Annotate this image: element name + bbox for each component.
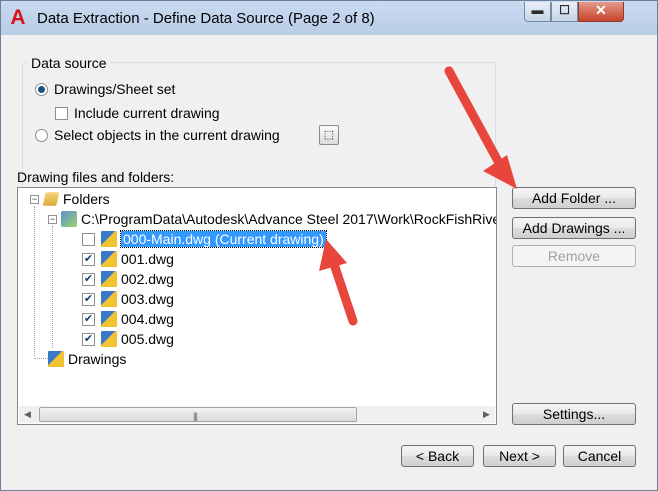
close-icon: ✕	[595, 2, 607, 18]
cancel-button[interactable]: Cancel	[563, 445, 636, 467]
file-name: 000-Main.dwg (Current drawing)	[120, 230, 327, 248]
radio-empty-icon[interactable]	[35, 128, 48, 142]
dwg-file-icon	[101, 271, 117, 287]
collapse-icon[interactable]: −	[48, 214, 57, 224]
tree-item-file[interactable]: ✔ 001.dwg	[82, 251, 174, 267]
tree-item-file[interactable]: 000-Main.dwg (Current drawing)	[82, 230, 327, 248]
folder-icon	[42, 192, 60, 206]
file-name: 005.dwg	[121, 331, 174, 347]
file-name: 003.dwg	[121, 291, 174, 307]
minimize-button[interactable]: ▬	[524, 2, 551, 22]
file-name: 001.dwg	[121, 251, 174, 267]
tree-node-path[interactable]: − C:\ProgramData\Autodesk\Advance Steel …	[48, 211, 497, 227]
dwg-file-icon	[101, 231, 117, 247]
file-name: 004.dwg	[121, 311, 174, 327]
drawing-files-tree[interactable]: − Folders − C:\ProgramData\Autodesk\Adva…	[17, 187, 497, 425]
collapse-icon[interactable]: −	[30, 194, 39, 204]
tree-line	[52, 226, 53, 348]
autocad-logo-icon: A	[10, 6, 26, 29]
cursor-pick-icon: ⬚	[323, 129, 335, 141]
grip-icon: |||	[193, 411, 198, 421]
dwg-file-icon	[101, 251, 117, 267]
tree-item-file[interactable]: ✔ 003.dwg	[82, 291, 174, 307]
file-checkbox-icon[interactable]: ✔	[82, 252, 95, 266]
horizontal-scrollbar[interactable]: ◀ ||| ▶	[19, 406, 495, 423]
folder-path-label: C:\ProgramData\Autodesk\Advance Steel 20…	[81, 211, 497, 227]
dwg-file-icon	[101, 331, 117, 347]
checkbox-box-icon[interactable]	[55, 106, 68, 120]
data-extraction-dialog: A Data Extraction - Define Data Source (…	[0, 0, 658, 491]
file-checkbox-icon[interactable]: ✔	[82, 332, 95, 346]
settings-button[interactable]: Settings...	[512, 403, 636, 425]
radio-select-label: Select objects in the current drawing	[54, 127, 280, 143]
folders-label: Folders	[63, 191, 110, 207]
scroll-right-icon[interactable]: ▶	[478, 406, 495, 423]
maximize-icon: ☐	[559, 3, 570, 17]
dwg-file-icon	[101, 291, 117, 307]
tree-item-file[interactable]: ✔ 005.dwg	[82, 331, 174, 347]
file-checkbox-icon[interactable]: ✔	[82, 272, 95, 286]
file-checkbox-icon[interactable]: ✔	[82, 312, 95, 326]
include-current-label: Include current drawing	[74, 105, 220, 121]
radio-drawings-sheet-set[interactable]: Drawings/Sheet set	[35, 81, 175, 97]
drawing-files-label: Drawing files and folders:	[17, 169, 175, 185]
file-checkbox-icon[interactable]	[82, 232, 95, 246]
drawings-label: Drawings	[68, 351, 127, 367]
tree-item-file[interactable]: ✔ 002.dwg	[82, 271, 174, 287]
back-button[interactable]: < Back	[401, 445, 474, 467]
tree-line	[34, 206, 35, 356]
select-objects-button[interactable]: ⬚	[319, 125, 339, 145]
include-current-drawing-checkbox[interactable]: Include current drawing	[55, 105, 220, 121]
next-button[interactable]: Next >	[483, 445, 556, 467]
add-folder-button[interactable]: Add Folder ...	[512, 187, 636, 209]
title-bar[interactable]: A Data Extraction - Define Data Source (…	[1, 1, 657, 35]
drawings-icon	[48, 351, 64, 367]
dialog-body: Data source Drawings/Sheet set Include c…	[7, 35, 651, 484]
scrollbar-thumb[interactable]: |||	[39, 407, 357, 422]
tree-node-folders[interactable]: − Folders	[30, 191, 110, 207]
scroll-left-icon[interactable]: ◀	[19, 406, 36, 423]
folder-path-icon	[61, 211, 77, 227]
file-name: 002.dwg	[121, 271, 174, 287]
radio-select-objects[interactable]: Select objects in the current drawing	[35, 127, 280, 143]
maximize-button[interactable]: ☐	[551, 2, 578, 22]
remove-button[interactable]: Remove	[512, 245, 636, 267]
window-title: Data Extraction - Define Data Source (Pa…	[37, 10, 375, 27]
tree-node-drawings[interactable]: Drawings	[48, 351, 126, 367]
add-drawings-button[interactable]: Add Drawings ...	[512, 217, 636, 239]
dwg-file-icon	[101, 311, 117, 327]
data-source-label: Data source	[27, 55, 111, 71]
radio-dot-icon[interactable]	[35, 82, 48, 96]
file-checkbox-icon[interactable]: ✔	[82, 292, 95, 306]
radio-drawings-label: Drawings/Sheet set	[54, 81, 176, 97]
close-button[interactable]: ✕	[578, 2, 624, 22]
tree-item-file[interactable]: ✔ 004.dwg	[82, 311, 174, 327]
minimize-icon: ▬	[531, 3, 544, 17]
